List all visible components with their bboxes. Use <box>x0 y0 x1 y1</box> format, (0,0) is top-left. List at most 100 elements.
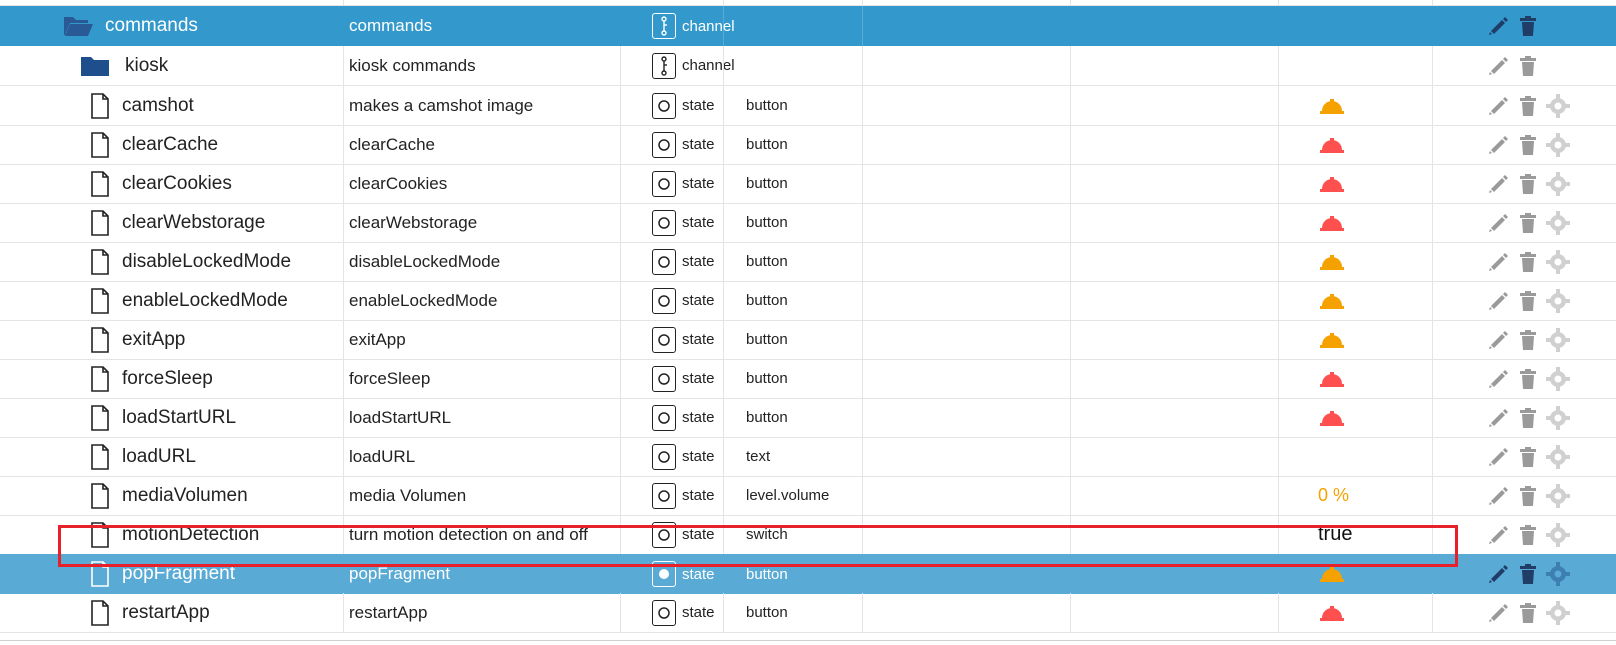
object-type: state <box>652 554 715 594</box>
gear-icon[interactable] <box>1546 249 1570 274</box>
file-icon <box>90 242 110 281</box>
gear-icon[interactable] <box>1546 562 1570 586</box>
trash-icon[interactable] <box>1516 406 1540 430</box>
gear-icon[interactable] <box>1546 483 1570 508</box>
pencil-icon[interactable] <box>1486 523 1510 547</box>
trash-icon[interactable] <box>1516 14 1540 38</box>
pencil-icon[interactable] <box>1486 54 1510 78</box>
pencil-icon[interactable] <box>1486 250 1510 274</box>
file-icon <box>90 398 110 437</box>
trash-icon[interactable] <box>1516 172 1540 196</box>
pencil-icon[interactable] <box>1486 133 1510 157</box>
object-value[interactable]: true <box>1318 515 1352 554</box>
pencil-icon[interactable] <box>1486 14 1510 38</box>
table-row-loadStartURL[interactable]: loadStartURL loadStartURL state button <box>0 398 1616 438</box>
gear-icon[interactable] <box>1546 444 1570 469</box>
file-icon <box>90 86 110 125</box>
gear-icon[interactable] <box>1546 327 1570 352</box>
gear-icon[interactable] <box>1546 405 1570 430</box>
bell-icon[interactable] <box>1318 86 1346 125</box>
gear-icon[interactable] <box>1546 366 1570 391</box>
object-role: button <box>746 214 788 231</box>
pencil-icon[interactable] <box>1486 172 1510 196</box>
row-actions <box>1486 593 1570 632</box>
table-row-disableLockedMode[interactable]: disableLockedMode disableLockedMode stat… <box>0 242 1616 282</box>
file-icon <box>90 554 110 594</box>
object-role: button <box>746 97 788 114</box>
state-type-icon <box>652 287 676 314</box>
table-row-loadURL[interactable]: loadURL loadURL state text <box>0 437 1616 477</box>
folder-open-icon[interactable] <box>62 6 94 46</box>
object-description: clearWebstorage <box>349 212 478 232</box>
trash-icon[interactable] <box>1516 211 1540 235</box>
object-name: loadStartURL <box>122 406 237 428</box>
object-type-label: state <box>682 253 715 270</box>
row-actions <box>1486 125 1570 164</box>
object-name: camshot <box>122 94 194 116</box>
object-type-label: state <box>682 565 715 583</box>
table-row-kiosk[interactable]: kiosk kiosk commands channel <box>0 46 1616 86</box>
gear-icon[interactable] <box>1546 93 1570 118</box>
gear-icon[interactable] <box>1546 132 1570 157</box>
object-type: state <box>652 242 715 281</box>
gear-icon[interactable] <box>1546 288 1570 313</box>
pencil-icon[interactable] <box>1486 406 1510 430</box>
bell-icon[interactable] <box>1318 593 1346 632</box>
pencil-icon[interactable] <box>1486 562 1510 586</box>
trash-icon[interactable] <box>1516 367 1540 391</box>
bell-icon[interactable] <box>1318 554 1346 594</box>
bell-icon[interactable] <box>1318 320 1346 359</box>
table-row-exitApp[interactable]: exitApp exitApp state button <box>0 320 1616 360</box>
pencil-icon[interactable] <box>1486 328 1510 352</box>
trash-icon[interactable] <box>1516 328 1540 352</box>
channel-type-icon <box>652 52 676 79</box>
pencil-icon[interactable] <box>1486 367 1510 391</box>
pencil-icon[interactable] <box>1486 445 1510 469</box>
object-value[interactable]: 0 % <box>1318 476 1349 515</box>
object-description: media Volumen <box>349 485 467 505</box>
folder-icon[interactable] <box>80 46 110 85</box>
table-row-camshot[interactable]: camshot makes a camshot image state butt… <box>0 86 1616 126</box>
trash-icon[interactable] <box>1516 94 1540 118</box>
trash-icon[interactable] <box>1516 445 1540 469</box>
bell-icon[interactable] <box>1318 281 1346 320</box>
gear-icon[interactable] <box>1546 171 1570 196</box>
table-row-clearCache[interactable]: clearCache clearCache state button <box>0 125 1616 165</box>
bell-icon[interactable] <box>1318 242 1346 281</box>
table-row-popFragment[interactable]: popFragment popFragment state button <box>0 554 1616 594</box>
bell-icon[interactable] <box>1318 125 1346 164</box>
bell-icon[interactable] <box>1318 359 1346 398</box>
gear-icon[interactable] <box>1546 522 1570 547</box>
bell-icon[interactable] <box>1318 203 1346 242</box>
pencil-icon[interactable] <box>1486 94 1510 118</box>
row-actions <box>1486 86 1570 125</box>
table-row-motionDetection[interactable]: motionDetection turn motion detection on… <box>0 515 1616 555</box>
row-actions <box>1486 515 1570 554</box>
table-row-clearCookies[interactable]: clearCookies clearCookies state button <box>0 164 1616 204</box>
bell-icon[interactable] <box>1318 398 1346 437</box>
table-row-clearWebstorage[interactable]: clearWebstorage clearWebstorage state bu… <box>0 203 1616 243</box>
trash-icon[interactable] <box>1516 289 1540 313</box>
table-row-forceSleep[interactable]: forceSleep forceSleep state button <box>0 359 1616 399</box>
object-role: button <box>746 409 788 426</box>
gear-icon[interactable] <box>1546 600 1570 625</box>
trash-icon[interactable] <box>1516 484 1540 508</box>
trash-icon[interactable] <box>1516 562 1540 586</box>
trash-icon[interactable] <box>1516 523 1540 547</box>
table-row-restartApp[interactable]: restartApp restartApp state button <box>0 593 1616 633</box>
bell-icon[interactable] <box>1318 164 1346 203</box>
gear-icon[interactable] <box>1546 210 1570 235</box>
pencil-icon[interactable] <box>1486 211 1510 235</box>
pencil-icon[interactable] <box>1486 601 1510 625</box>
pencil-icon[interactable] <box>1486 484 1510 508</box>
trash-icon[interactable] <box>1516 601 1540 625</box>
pencil-icon[interactable] <box>1486 289 1510 313</box>
object-name: kiosk <box>125 54 169 76</box>
trash-icon[interactable] <box>1516 54 1540 78</box>
table-row-mediaVolumen[interactable]: mediaVolumen media Volumen state level.v… <box>0 476 1616 516</box>
trash-icon[interactable] <box>1516 250 1540 274</box>
table-row-enableLockedMode[interactable]: enableLockedMode enableLockedMode state … <box>0 281 1616 321</box>
object-type: state <box>652 398 715 437</box>
trash-icon[interactable] <box>1516 133 1540 157</box>
table-row-commands[interactable]: commands commands channel <box>0 6 1616 46</box>
